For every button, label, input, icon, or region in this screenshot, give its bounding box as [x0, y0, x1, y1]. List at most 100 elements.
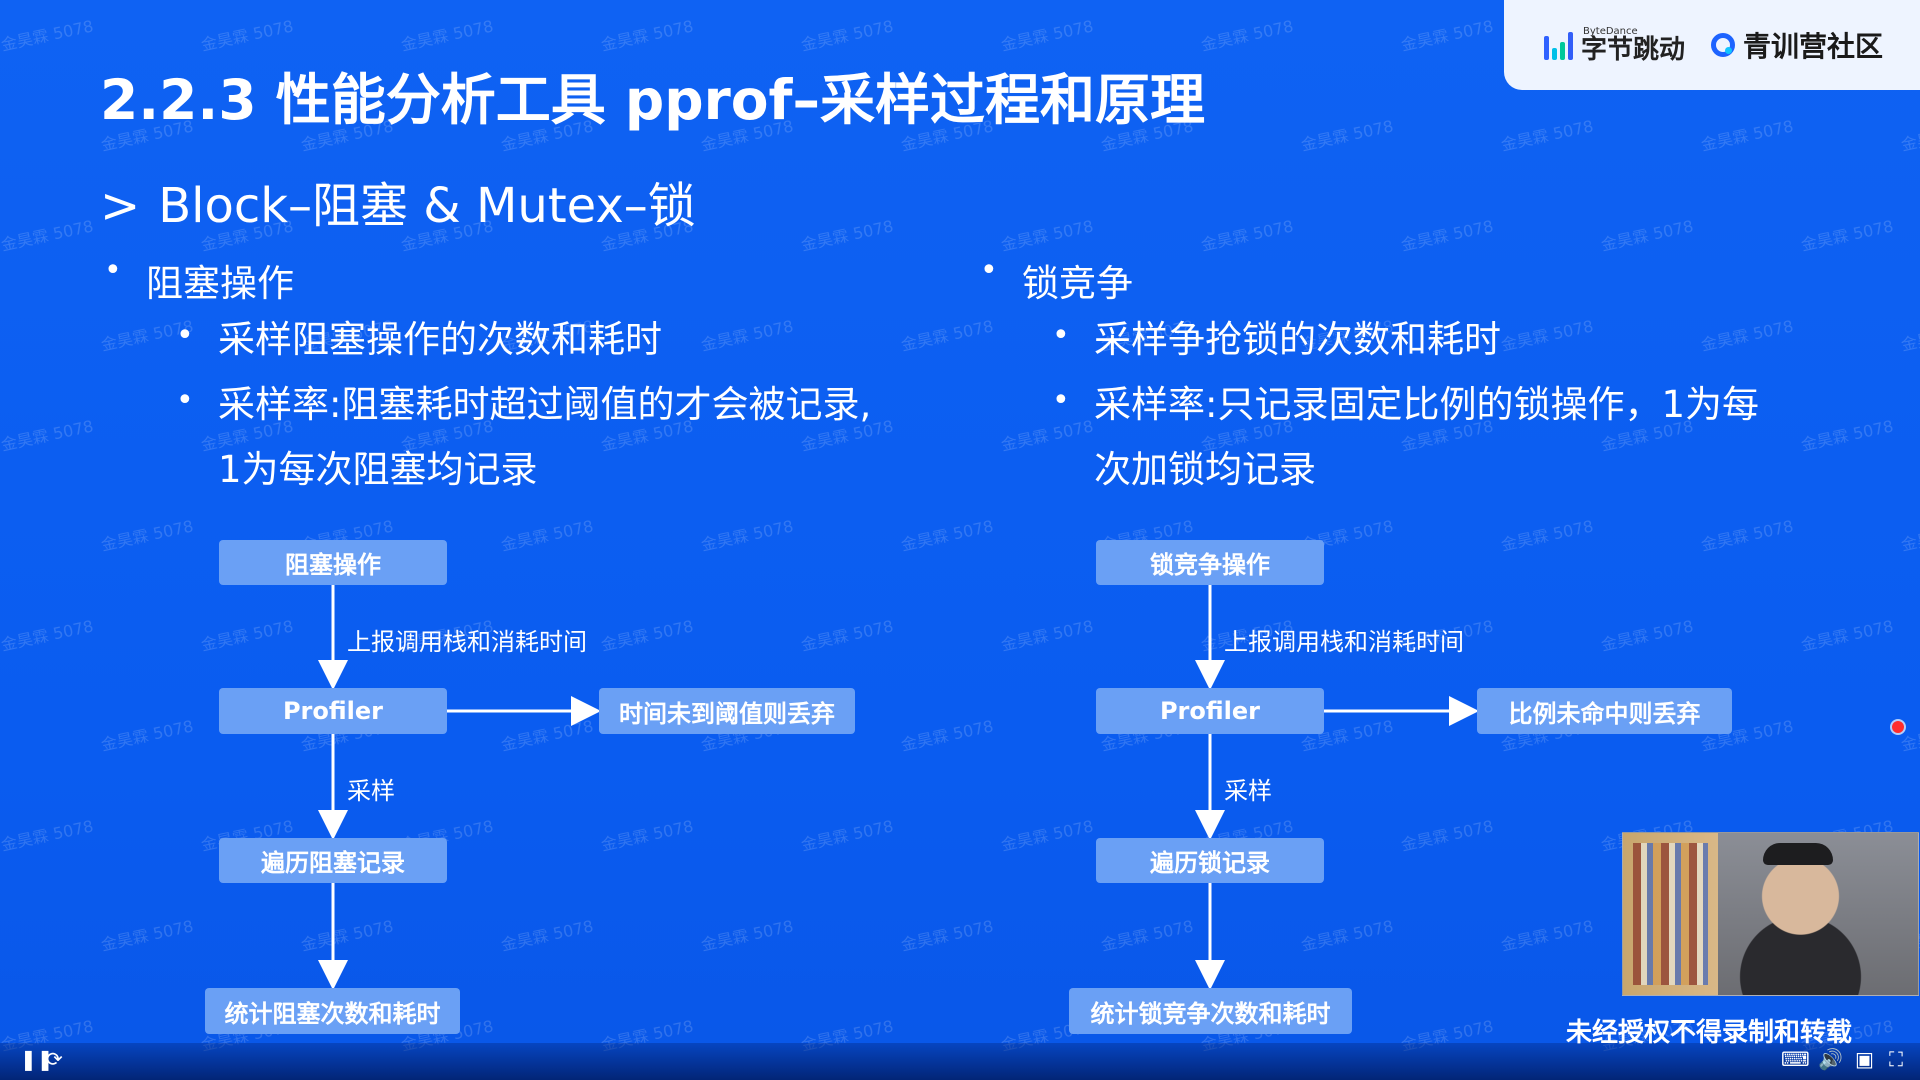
bookshelf-image: [1623, 833, 1718, 995]
watermark-text: 金昊霖 5078: [1499, 516, 1596, 555]
right-flow-discard-box: 比例未命中则丢弃: [1477, 688, 1732, 734]
left-heading: • 阻塞操作: [104, 253, 294, 305]
watermark-text: 金昊霖 5078: [199, 616, 296, 655]
right-heading: • 锁竞争: [980, 253, 1133, 305]
watermark-text: 金昊霖 5078: [699, 316, 796, 355]
presenter-image: [1718, 843, 1868, 995]
slide-stage: 金昊霖 5078 金昊霖 5078 金昊霖 5078 金昊霖 5078 金昊霖 5078…: [0, 0, 1920, 1080]
community-label: 青训营社区: [1743, 30, 1884, 63]
watermark-text: 金昊霖 5078: [999, 416, 1096, 455]
watermark-text: 金昊霖 5078: [399, 16, 496, 55]
watermark-text: 金昊霖 5078: [999, 816, 1096, 855]
watermark-text: 金昊霖 5078: [899, 316, 996, 355]
watermark-text: 金昊霖 5078: [1499, 916, 1596, 955]
watermark-text: 金昊霖 5078: [1899, 516, 1920, 555]
watermark-text: 金昊霖 5078: [299, 916, 396, 955]
bytedance-bars-icon: [1544, 30, 1573, 60]
watermark-text: 金昊霖 5078: [499, 716, 596, 755]
volume-button[interactable]: 🔊: [1818, 1049, 1843, 1069]
watermark-text: 金昊霖 5078: [99, 916, 196, 955]
watermark-text: 金昊霖 5078: [1899, 316, 1920, 355]
left-flow-edge-label-sample: 采样: [347, 777, 395, 805]
watermark-text: 金昊霖 5078: [499, 516, 596, 555]
left-flow-discard-box: 时间未到阈值则丢弃: [599, 688, 855, 734]
bullet-dot-icon: •: [104, 253, 122, 288]
watermark-text: 金昊霖 5078: [799, 616, 896, 655]
brand-panel: ByteDance 字节跳动 青训营社区: [1504, 0, 1920, 90]
watermark-text: 金昊霖 5078: [1499, 116, 1596, 155]
watermark-text: 金昊霖 5078: [0, 616, 96, 655]
watermark-text: 金昊霖 5078: [999, 16, 1096, 55]
watermark-text: 金昊霖 5078: [599, 16, 696, 55]
right-item-2: • 采样率:只记录固定比例的锁操作，1为每: [1052, 383, 1760, 426]
bytedance-logo: ByteDance 字节跳动: [1544, 27, 1685, 63]
bullet-dot-icon: •: [1052, 318, 1070, 353]
subtitle-text: Block–阻塞 & Mutex–锁: [158, 178, 696, 234]
subtitle-icon: ⌨: [1781, 1047, 1810, 1071]
watermark-text: 金昊霖 5078: [1899, 716, 1920, 755]
watermark-text: 金昊霖 5078: [699, 916, 796, 955]
left-item-1: • 采样阻塞操作的次数和耗时: [176, 318, 662, 361]
watermark-text: 金昊霖 5078: [0, 816, 96, 855]
watermark-text: 金昊霖 5078: [799, 16, 896, 55]
watermark-text: 金昊霖 5078: [1799, 216, 1896, 255]
watermark-text: 金昊霖 5078: [899, 716, 996, 755]
watermark-text: 金昊霖 5078: [1699, 116, 1796, 155]
watermark-text: 金昊霖 5078: [0, 16, 96, 55]
right-item-1: • 采样争抢锁的次数和耗时: [1052, 318, 1501, 361]
watermark-text: 金昊霖 5078: [999, 216, 1096, 255]
subtitle-button[interactable]: ⌨: [1781, 1049, 1810, 1069]
watermark-text: 金昊霖 5078: [1299, 116, 1396, 155]
right-flow-edge-label-report: 上报调用栈和消耗时间: [1224, 628, 1464, 656]
watermark-text: 金昊霖 5078: [1099, 916, 1196, 955]
bytedance-text-block: ByteDance 字节跳动: [1581, 27, 1686, 65]
bullet-dot-icon: •: [1052, 383, 1070, 418]
watermark-text: 金昊霖 5078: [899, 916, 996, 955]
bullet-dot-icon: •: [980, 253, 998, 288]
bullet-dot-icon: •: [176, 383, 194, 418]
watermark-text: 金昊霖 5078: [199, 16, 296, 55]
watermark-text: 金昊霖 5078: [99, 716, 196, 755]
section-subtitle: > Block–阻塞 & Mutex–锁: [100, 166, 696, 236]
right-item-2-continued: 次加锁均记录: [1094, 448, 1316, 491]
left-item-2: • 采样率:阻塞耗时超过阈值的才会被记录,: [176, 383, 872, 426]
right-flow-start-box: 锁竞争操作: [1096, 540, 1324, 585]
bullet-dot-icon: •: [176, 318, 194, 353]
fullscreen-button[interactable]: ⛶: [1889, 1049, 1903, 1069]
player-control-bar: [0, 1043, 1920, 1080]
left-flow-edge-label-report: 上报调用栈和消耗时间: [347, 628, 587, 656]
watermark-text: 金昊霖 5078: [999, 616, 1096, 655]
page-title: 2.2.3 性能分析工具 pprof–采样过程和原理: [100, 68, 1205, 132]
volume-icon: 🔊: [1818, 1047, 1843, 1071]
watermark-text: 金昊霖 5078: [1599, 616, 1696, 655]
refresh-icon: ⟳: [46, 1047, 63, 1071]
watermark-text: 金昊霖 5078: [1399, 816, 1496, 855]
watermark-text: 金昊霖 5078: [0, 416, 96, 455]
watermark-text: 金昊霖 5078: [599, 816, 696, 855]
watermark-text: 金昊霖 5078: [1399, 216, 1496, 255]
watermark-text: 金昊霖 5078: [899, 516, 996, 555]
watermark-text: 金昊霖 5078: [1699, 316, 1796, 355]
right-flow-end-box: 统计锁竞争次数和耗时: [1069, 988, 1352, 1034]
watermark-text: 金昊霖 5078: [699, 516, 796, 555]
left-item-2-continued: 1为每次阻塞均记录: [218, 448, 538, 491]
watermark-text: 金昊霖 5078: [1299, 916, 1396, 955]
window-icon: ▣: [1855, 1047, 1874, 1071]
refresh-button[interactable]: ⟳: [46, 1049, 63, 1069]
community-logo: 青训营社区: [1711, 25, 1883, 65]
left-flow-end-box: 统计阻塞次数和耗时: [205, 988, 460, 1034]
bytedance-label: 字节跳动: [1581, 35, 1686, 65]
right-flow-edge-label-sample: 采样: [1224, 777, 1272, 805]
right-flow-traverse-box: 遍历锁记录: [1096, 838, 1324, 883]
subtitle-prefix: >: [100, 178, 141, 234]
fullscreen-icon: ⛶: [1889, 1047, 1903, 1071]
left-flow-profiler-box: Profiler: [219, 688, 447, 734]
left-flow-traverse-box: 遍历阻塞记录: [219, 838, 447, 883]
watermark-text: 金昊霖 5078: [1199, 216, 1296, 255]
window-button[interactable]: ▣: [1855, 1049, 1874, 1069]
watermark-text: 金昊霖 5078: [1199, 16, 1296, 55]
watermark-text: 金昊霖 5078: [1799, 616, 1896, 655]
watermark-text: 金昊霖 5078: [1499, 316, 1596, 355]
right-flow-profiler-box: Profiler: [1096, 688, 1324, 734]
watermark-text: 金昊霖 5078: [1599, 216, 1696, 255]
